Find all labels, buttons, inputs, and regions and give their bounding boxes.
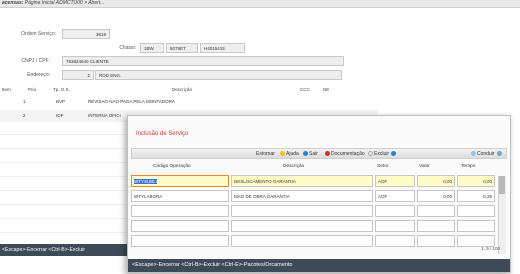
table-row[interactable]: WTYSUBLI DESLOCAMENTO GARANTIA AOF 0,00 … [131, 175, 496, 188]
document-icon [325, 151, 330, 157]
empty-cell[interactable] [417, 205, 455, 217]
descricao-cell[interactable]: DESLOCAMENTO GARANTIA [231, 175, 373, 187]
delete-icon [368, 151, 373, 157]
tempo-cell[interactable]: 0,00 [457, 175, 495, 187]
row-descricao: REVISAO NAO PAGA PELA MONTADORA [88, 99, 175, 104]
sair-button[interactable]: Sair [303, 151, 318, 157]
empty-cell[interactable] [231, 205, 373, 217]
setor-cell[interactable]: AOF [375, 175, 415, 187]
codigo-operacao-cell[interactable]: WTYLABORA [131, 190, 229, 202]
empty-cell[interactable] [375, 235, 415, 247]
excluir-button[interactable]: Excluir [368, 151, 397, 157]
empty-table-row[interactable] [131, 205, 496, 218]
valor-cell[interactable]: 0,00 [417, 190, 455, 202]
breadcrumb: acensas: Página Inicial ADMCTU00 > Abert… [2, 0, 105, 6]
empty-cell[interactable] [375, 220, 415, 232]
cnpj-field[interactable]: 763824640 CLIENTE [62, 56, 344, 66]
endereco-label: Endereço: [27, 72, 50, 78]
exit-icon [303, 151, 308, 157]
row-descricao: INTERNA OFICI [88, 113, 121, 118]
col-valor: Valor [419, 164, 430, 169]
help-icon [280, 151, 285, 157]
empty-cell[interactable] [457, 205, 495, 217]
col-codigo-operacao: Código Operação [153, 164, 191, 169]
empty-cell[interactable] [131, 205, 229, 217]
col-header-ne: NE [323, 87, 330, 92]
descricao-cell[interactable]: MAO DE OBRA GARANTIA [231, 190, 373, 202]
empty-cell[interactable] [375, 205, 415, 217]
ordem-servico-field[interactable]: 3619 [62, 29, 110, 39]
ajuda-button[interactable]: Ajuda [280, 151, 299, 157]
empty-table-row[interactable] [131, 220, 496, 233]
table-row[interactable]: WTYLABORA MAO DE OBRA GARANTIA AOF 0,00 … [131, 190, 496, 203]
cnpj-label: CNPJ / CPF: [21, 58, 50, 64]
setor-cell[interactable]: AOF [375, 190, 415, 202]
col-setor: Setor [377, 164, 389, 169]
scrollbar-thumb[interactable] [499, 176, 505, 194]
dialog-title: Inclusão de Serviço [136, 131, 189, 137]
table-row[interactable]: 1 BVP REVISAO NAO PAGA PELA MONTADORA [0, 96, 378, 108]
col-header-tipo: Tp. O.S. [53, 87, 70, 92]
col-header-prio: Prio. [28, 87, 38, 92]
empty-cell[interactable] [231, 235, 373, 247]
empty-cell[interactable] [131, 220, 229, 232]
operations-table-header: Código Operação Descrição Setor Valor Te… [131, 163, 507, 173]
row-tipo: BVP [56, 99, 66, 104]
chassi-field-3[interactable]: H4015415 [200, 43, 245, 53]
conduir-button[interactable]: Conduir [471, 151, 503, 157]
paging-indicator: 1..5 / 100 [481, 246, 500, 251]
endereco-field[interactable]: ROD ENG. [95, 70, 342, 80]
valor-cell[interactable]: 0,00 [417, 175, 455, 187]
endereco-number-field[interactable]: 2 [62, 70, 94, 80]
empty-cell[interactable] [131, 235, 229, 247]
empty-cell[interactable] [417, 220, 455, 232]
col-descricao: Descrição [283, 164, 305, 169]
dialog-status-bar: <Escape>-Encerrar <Ctrl-B>-Excluir <Ctrl… [128, 259, 510, 272]
chassi-label: Chassi: [119, 45, 136, 51]
chassi-field-1[interactable]: 1BW [140, 43, 164, 53]
col-header-descricao: Descrição [172, 87, 193, 92]
codigo-operacao-input[interactable]: WTYSUBLI [131, 175, 229, 187]
ordem-servico-label: Ordem Serviço: [21, 31, 56, 37]
chassi-field-2[interactable]: 5079ET [166, 43, 198, 53]
dialog-toolbar: Estornar Ajuda Sair Documentação Excluir… [131, 148, 507, 159]
row-item: 2 [23, 113, 26, 118]
inclusao-servico-dialog: Inclusão de Serviço Estornar Ajuda Sair … [127, 115, 511, 273]
top-title-bar: acensas: Página Inicial ADMCTU00 > Abert… [0, 0, 520, 8]
empty-table-row[interactable] [131, 235, 496, 248]
row-tipo: IOF [56, 113, 64, 118]
documentacao-button[interactable]: Documentação [325, 151, 365, 157]
background-status-bar: <Escape>-Encerrar <Ctrl-B>-Excluir [0, 244, 130, 256]
next-icon [496, 151, 502, 157]
estornar-button[interactable]: Estornar [256, 151, 275, 157]
col-header-ccc: CCC [300, 87, 310, 92]
star-icon [471, 151, 476, 157]
empty-cell[interactable] [417, 235, 455, 247]
empty-cell[interactable] [457, 220, 495, 232]
tempo-cell[interactable]: 0,28 [457, 190, 495, 202]
col-header-item: Item [2, 87, 11, 92]
col-tempo: Tempo [461, 164, 476, 169]
empty-cell[interactable] [231, 220, 373, 232]
row-item: 1 [23, 99, 26, 104]
excluir-info-icon [391, 151, 397, 157]
